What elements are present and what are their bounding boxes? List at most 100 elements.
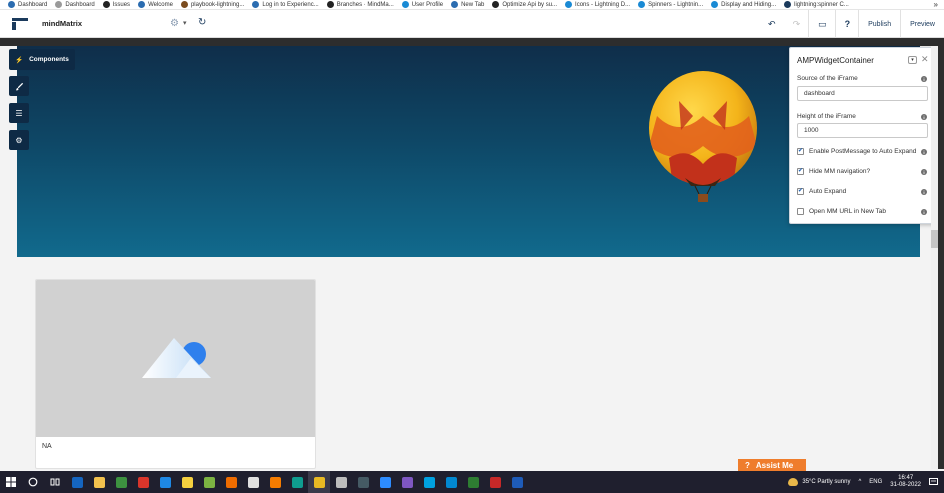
taskbar-app-salesforce[interactable] bbox=[418, 471, 440, 493]
hide-mm-navigation-checkbox-row[interactable]: ✔ Hide MM navigation? bbox=[797, 168, 870, 175]
clock[interactable]: 16:47 31-08-2022 bbox=[890, 475, 921, 489]
tray-chevron-up-icon[interactable]: ^ bbox=[858, 479, 861, 485]
notepad-icon bbox=[115, 476, 127, 488]
content-card[interactable]: NA bbox=[35, 279, 316, 469]
bookmark-item[interactable]: New Tab bbox=[451, 1, 492, 8]
device-preview-icon[interactable]: ▭ bbox=[809, 10, 835, 38]
enable-postmessage-checkbox-row[interactable]: ✔ Enable PostMessage to Auto Expand bbox=[797, 148, 916, 155]
search-icon[interactable] bbox=[22, 471, 44, 493]
redo-icon[interactable]: ↷ bbox=[784, 10, 809, 38]
windows-start-icon[interactable] bbox=[0, 471, 22, 493]
bookmark-item[interactable]: Branches · MindMa... bbox=[326, 1, 402, 8]
toolbar-actions: ↶ ↷ ▭ ? Publish Preview bbox=[759, 10, 944, 38]
source-iframe-input[interactable]: dashboard bbox=[797, 86, 928, 101]
theme-brush-button[interactable] bbox=[9, 76, 29, 96]
bookmark-item[interactable]: Welcome bbox=[138, 1, 181, 8]
weather-widget[interactable]: 35°C Partly sunny bbox=[788, 478, 850, 486]
taskbar-app-vscode[interactable] bbox=[154, 471, 176, 493]
assist-me-button[interactable]: ? Assist Me bbox=[738, 459, 806, 471]
skype-icon bbox=[445, 476, 457, 488]
gear-icon: ⚙ bbox=[15, 135, 23, 145]
auto-expand-info-icon[interactable]: i bbox=[921, 189, 927, 195]
postman-icon bbox=[225, 476, 237, 488]
bookmark-favicon-icon bbox=[784, 1, 792, 8]
bookmark-favicon-icon bbox=[638, 1, 646, 8]
app-menu-icon[interactable] bbox=[12, 17, 28, 30]
taskbar-app-word[interactable] bbox=[506, 471, 528, 493]
bookmarks-overflow-button[interactable]: » bbox=[934, 0, 938, 9]
undo-icon[interactable]: ↶ bbox=[759, 10, 784, 38]
auto-expand-label: Auto Expand bbox=[809, 188, 847, 195]
source-info-icon[interactable]: i bbox=[921, 76, 927, 82]
taskbar-app-filezilla[interactable] bbox=[484, 471, 506, 493]
task-view-icon[interactable] bbox=[44, 471, 66, 493]
taskbar-app-zoom[interactable] bbox=[374, 471, 396, 493]
publish-button[interactable]: Publish bbox=[859, 10, 900, 38]
taskbar-app-media[interactable] bbox=[132, 471, 154, 493]
taskbar-app-notepad[interactable] bbox=[110, 471, 132, 493]
auto-expand-checkbox-row[interactable]: ✔ Auto Expand bbox=[797, 188, 846, 195]
taskbar-apps bbox=[66, 471, 528, 493]
language-indicator[interactable]: ENG bbox=[869, 479, 882, 485]
postmessage-info-icon[interactable]: i bbox=[921, 149, 927, 155]
taskbar-app-skype[interactable] bbox=[440, 471, 462, 493]
notification-icon[interactable] bbox=[929, 478, 938, 486]
site-settings-gear-icon[interactable]: ⚙ bbox=[170, 18, 179, 29]
hide-nav-info-icon[interactable]: i bbox=[921, 169, 927, 175]
bookmark-item[interactable]: Log in to Experienc... bbox=[252, 1, 326, 8]
auto-expand-checkbox[interactable]: ✔ bbox=[797, 188, 804, 195]
refresh-icon[interactable]: ↻ bbox=[198, 17, 206, 28]
open-new-tab-info-icon[interactable]: i bbox=[921, 209, 927, 215]
bookmark-label: playbook-lightning... bbox=[190, 1, 245, 8]
bookmark-item[interactable]: Dashboard bbox=[55, 1, 102, 8]
taskbar-app-edge[interactable] bbox=[286, 471, 308, 493]
bookmark-favicon-icon bbox=[252, 1, 260, 8]
bookmark-item[interactable]: Display and Hiding... bbox=[711, 1, 784, 8]
page-structure-button[interactable]: ☰ bbox=[9, 103, 29, 123]
panel-close-icon[interactable]: ✕ bbox=[921, 54, 929, 65]
canvas-scrollbar-thumb[interactable] bbox=[931, 230, 938, 248]
outlook-icon bbox=[71, 476, 83, 488]
bookmark-item[interactable]: Spinners - Lightnin... bbox=[638, 1, 711, 8]
height-info-icon[interactable]: i bbox=[921, 114, 927, 120]
settings-button[interactable]: ⚙ bbox=[9, 130, 29, 150]
help-icon[interactable]: ? bbox=[836, 10, 859, 38]
canvas-scrollbar-track[interactable] bbox=[931, 46, 938, 469]
taskbar-app-files[interactable] bbox=[88, 471, 110, 493]
taskbar-app-postman[interactable] bbox=[220, 471, 242, 493]
bookmark-item[interactable]: User Profile bbox=[401, 1, 451, 8]
bookmark-label: Branches · MindMa... bbox=[336, 1, 394, 8]
bookmark-item[interactable]: lightning:spinner C... bbox=[784, 1, 857, 8]
components-button[interactable]: ⚡ Components bbox=[9, 49, 75, 70]
bookmark-label: Dashboard bbox=[18, 1, 48, 8]
open-new-tab-checkbox[interactable] bbox=[797, 208, 804, 215]
taskbar-app-github[interactable] bbox=[242, 471, 264, 493]
panel-menu-chevron-down-icon[interactable]: ▾ bbox=[908, 56, 917, 64]
taskbar-app-chrome[interactable] bbox=[308, 471, 330, 493]
bookmark-item[interactable]: Issues bbox=[102, 1, 138, 8]
task-view-glyph-icon bbox=[50, 478, 60, 486]
team-icon bbox=[357, 476, 369, 488]
bookmark-item[interactable]: Icons - Lightning D... bbox=[565, 1, 638, 8]
open-new-tab-checkbox-row[interactable]: Open MM URL in New Tab bbox=[797, 208, 886, 215]
bookmark-label: Spinners - Lightnin... bbox=[648, 1, 704, 8]
hero-banner-image[interactable] bbox=[17, 46, 920, 257]
taskbar-app-android[interactable] bbox=[198, 471, 220, 493]
bookmark-item[interactable]: Optimize Api by su... bbox=[492, 1, 565, 8]
list-icon: ☰ bbox=[15, 108, 23, 118]
height-iframe-input[interactable]: 1000 bbox=[797, 123, 928, 138]
site-title: mindMatrix bbox=[42, 19, 83, 28]
bookmark-item[interactable]: Dashboard bbox=[8, 1, 55, 8]
taskbar-app-chrome-dev[interactable] bbox=[330, 471, 352, 493]
taskbar-app-outlook[interactable] bbox=[66, 471, 88, 493]
taskbar-app-team[interactable] bbox=[352, 471, 374, 493]
taskbar-app-vs[interactable] bbox=[396, 471, 418, 493]
hide-mm-navigation-checkbox[interactable]: ✔ bbox=[797, 168, 804, 175]
site-settings-chevron-down-icon[interactable]: ▾ bbox=[183, 19, 187, 27]
enable-postmessage-checkbox[interactable]: ✔ bbox=[797, 148, 804, 155]
taskbar-app-excel[interactable] bbox=[462, 471, 484, 493]
taskbar-app-pencil[interactable] bbox=[264, 471, 286, 493]
bookmark-item[interactable]: playbook-lightning... bbox=[180, 1, 252, 8]
preview-button[interactable]: Preview bbox=[901, 10, 944, 38]
taskbar-app-sticky[interactable] bbox=[176, 471, 198, 493]
